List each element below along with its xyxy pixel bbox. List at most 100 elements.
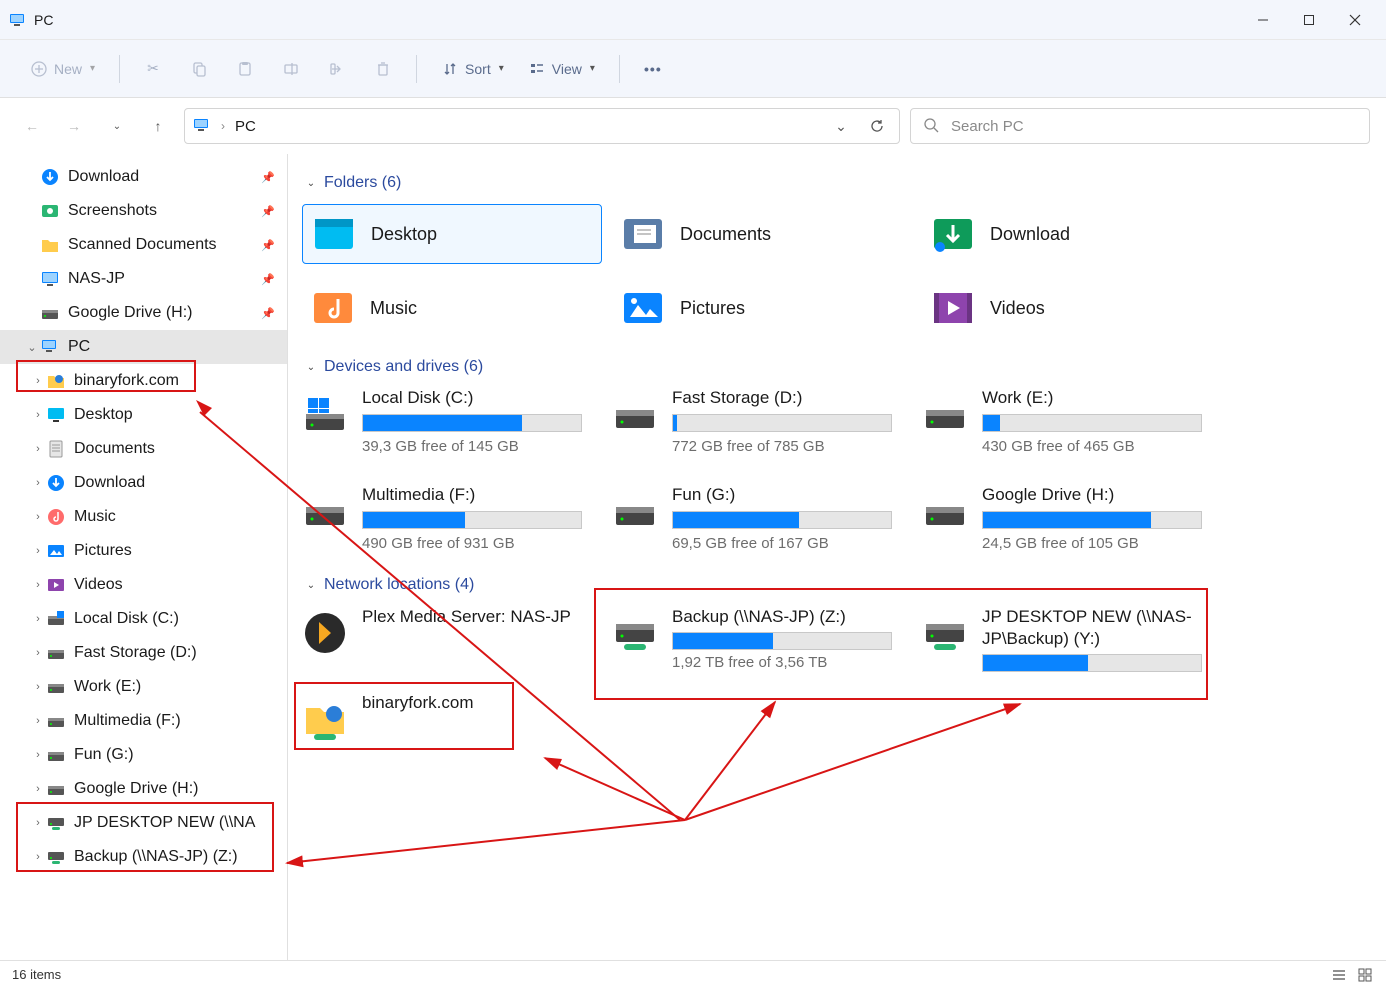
doc-icon [46,439,66,459]
sort-button[interactable]: Sort ▾ [431,54,514,84]
back-button[interactable]: ← [16,110,48,142]
chevron-right-icon[interactable]: › [30,545,46,557]
forward-button[interactable]: → [58,110,90,142]
share-icon [328,60,346,78]
chevron-right-icon[interactable]: › [30,783,46,795]
tiles-view-button[interactable] [1356,966,1374,984]
chevron-right-icon[interactable]: › [30,613,46,625]
sidebar-pc-child[interactable]: ›Fast Storage (D:) [0,636,287,670]
up-button[interactable]: ↑ [142,110,174,142]
history-dropdown[interactable]: ⌄ [100,110,132,142]
maximize-button[interactable] [1286,0,1332,40]
chevron-right-icon[interactable]: › [30,477,46,489]
sidebar-pc-child[interactable]: ›Google Drive (H:) [0,772,287,806]
drive-tile[interactable]: Work (E:) 430 GB free of 465 GB [922,388,1222,455]
sidebar-quick-item[interactable]: NAS-JP📌 [0,262,287,296]
folder-tile[interactable]: Desktop [302,204,602,264]
sidebar-pc-child[interactable]: ›Desktop [0,398,287,432]
sidebar-quick-item[interactable]: Google Drive (H:)📌 [0,296,287,330]
chevron-right-icon[interactable]: › [30,749,46,761]
breadcrumb-root[interactable]: PC [235,118,256,135]
sidebar-pc-label: PC [68,338,279,356]
folder-tile[interactable]: Music [302,278,602,338]
drive-tile[interactable]: Fast Storage (D:) 772 GB free of 785 GB [612,388,912,455]
drive-tile[interactable]: Multimedia (F:) 490 GB free of 931 GB [302,485,602,552]
section-folders-header[interactable]: ⌄ Folders (6) [304,174,1376,192]
folder-tile[interactable]: Documents [612,204,912,264]
cut-button[interactable]: ✂ [134,54,172,84]
drive-tile[interactable]: Fun (G:) 69,5 GB free of 167 GB [612,485,912,552]
sidebar-pc-child[interactable]: ›Fun (G:) [0,738,287,772]
chevron-right-icon[interactable]: › [30,647,46,659]
sidebar[interactable]: Download📌Screenshots📌Scanned Documents📌N… [0,154,288,960]
details-view-button[interactable] [1330,966,1348,984]
net-hdd-icon [612,610,658,656]
view-button[interactable]: View ▾ [518,54,605,84]
paste-button[interactable] [226,54,264,84]
sidebar-pc-child[interactable]: ›Local Disk (C:) [0,602,287,636]
net-drive-icon [46,813,66,833]
sidebar-pc-child[interactable]: ›Music [0,500,287,534]
plex-icon [302,610,348,656]
sidebar-quick-item[interactable]: Screenshots📌 [0,194,287,228]
network-tile[interactable]: binaryfork.com [302,692,602,742]
sidebar-pc-child[interactable]: ›binaryfork.com [0,364,287,398]
chevron-right-icon[interactable]: › [30,511,46,523]
rename-button[interactable] [272,54,310,84]
chevron-right-icon[interactable]: › [30,681,46,693]
chevron-right-icon[interactable]: › [30,715,46,727]
download-icon [40,167,60,187]
drive-icon [46,643,66,663]
close-button[interactable] [1332,0,1378,40]
sidebar-item-pc[interactable]: ⌄ PC [0,330,287,364]
download-folder-icon [930,211,976,257]
delete-button[interactable] [364,54,402,84]
section-network-header[interactable]: ⌄ Network locations (4) [304,576,1376,594]
search-box[interactable] [910,108,1370,144]
chevron-right-icon[interactable]: › [30,851,46,863]
network-tile[interactable]: Backup (\\NAS-JP) (Z:)1,92 TB free of 3,… [612,606,912,672]
new-button[interactable]: New ▾ [20,54,105,84]
music-icon [46,507,66,527]
sidebar-quick-item[interactable]: Download📌 [0,160,287,194]
chevron-right-icon[interactable]: › [30,409,46,421]
sidebar-quick-item[interactable]: Scanned Documents📌 [0,228,287,262]
address-dropdown[interactable]: ⌄ [827,112,855,140]
copy-button[interactable] [180,54,218,84]
chevron-down-icon[interactable]: ⌄ [24,341,40,354]
chevron-right-icon[interactable]: › [30,817,46,829]
pin-icon: 📌 [261,239,275,252]
music-folder-icon [310,285,356,331]
folder-tile[interactable]: Pictures [612,278,912,338]
chevron-right-icon[interactable]: › [30,443,46,455]
content-area[interactable]: ⌄ Folders (6) DesktopDocumentsDownload Mu… [288,154,1386,960]
chevron-down-icon: ▾ [590,63,595,74]
net-folder-icon [302,696,348,742]
address-bar[interactable]: › PC ⌄ [184,108,900,144]
sidebar-pc-child[interactable]: ›Backup (\\NAS-JP) (Z:) [0,840,287,874]
sidebar-pc-child[interactable]: ›Pictures [0,534,287,568]
section-drives-header[interactable]: ⌄ Devices and drives (6) [304,358,1376,376]
drive-icon [46,745,66,765]
minimize-button[interactable] [1240,0,1286,40]
network-tile[interactable]: JP DESKTOP NEW (\\NAS-JP\Backup) (Y:) [922,606,1222,672]
hdd-icon [922,489,968,535]
chevron-down-icon: ⌄ [304,178,318,189]
sidebar-pc-child[interactable]: ›Multimedia (F:) [0,704,287,738]
more-button[interactable]: ••• [634,54,672,84]
folder-tile[interactable]: Videos [922,278,1222,338]
network-tile[interactable]: Plex Media Server: NAS-JP [302,606,602,672]
folder-tile[interactable]: Download [922,204,1222,264]
chevron-right-icon[interactable]: › [30,579,46,591]
chevron-right-icon[interactable]: › [30,375,46,387]
sidebar-pc-child[interactable]: ›Download [0,466,287,500]
sidebar-pc-child[interactable]: ›Videos [0,568,287,602]
search-input[interactable] [949,117,1357,136]
drive-tile[interactable]: Local Disk (C:) 39,3 GB free of 145 GB [302,388,602,455]
share-button[interactable] [318,54,356,84]
sidebar-pc-child[interactable]: ›Work (E:) [0,670,287,704]
drive-tile[interactable]: Google Drive (H:) 24,5 GB free of 105 GB [922,485,1222,552]
refresh-button[interactable] [863,112,891,140]
sidebar-pc-child[interactable]: ›Documents [0,432,287,466]
sidebar-pc-child[interactable]: ›JP DESKTOP NEW (\\NA [0,806,287,840]
